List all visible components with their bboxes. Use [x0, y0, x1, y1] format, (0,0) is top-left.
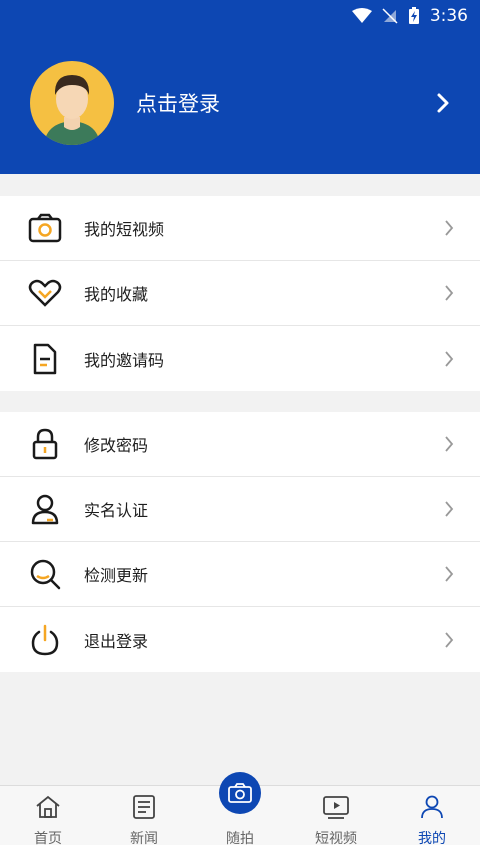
power-icon	[28, 623, 62, 657]
status-bar: 3:36	[0, 0, 480, 32]
menu-item-check-update[interactable]: 检测更新	[0, 542, 480, 607]
nav-mine[interactable]: 我的	[384, 786, 480, 845]
chevron-right-icon	[444, 565, 454, 583]
chevron-right-icon	[444, 219, 454, 237]
menu-group-account: 修改密码 实名认证 检测更新 退出登录	[0, 412, 480, 672]
chevron-right-icon	[444, 350, 454, 368]
menu-item-change-password[interactable]: 修改密码	[0, 412, 480, 477]
nav-label: 首页	[34, 831, 62, 845]
chevron-right-icon	[444, 284, 454, 302]
menu-item-label: 修改密码	[84, 436, 149, 455]
login-text[interactable]: 点击登录	[136, 88, 436, 118]
menu-item-my-videos[interactable]: 我的短视频	[0, 196, 480, 261]
heart-icon	[28, 276, 62, 310]
menu-item-favorites[interactable]: 我的收藏	[0, 261, 480, 326]
menu-item-label: 我的短视频	[84, 220, 165, 239]
no-sim-icon	[382, 8, 398, 24]
status-time: 3:36	[429, 6, 468, 26]
chevron-right-icon[interactable]	[436, 92, 450, 114]
nav-snapshot[interactable]: 随拍	[192, 772, 288, 845]
nav-short-video[interactable]: 短视频	[288, 786, 384, 845]
video-icon	[322, 794, 350, 824]
menu-item-label: 检测更新	[84, 566, 149, 585]
profile-header[interactable]: 点击登录	[0, 32, 480, 174]
nav-label: 我的	[418, 831, 446, 845]
profile-icon	[419, 794, 445, 824]
news-icon	[131, 794, 157, 824]
home-icon	[35, 794, 61, 824]
menu-group-personal: 我的短视频 我的收藏 我的邀请码	[0, 196, 480, 391]
lock-icon	[28, 427, 62, 461]
menu-item-label: 我的收藏	[84, 285, 149, 304]
nav-news[interactable]: 新闻	[96, 786, 192, 845]
bottom-nav: 首页 新闻 随拍 短视频 我的	[0, 772, 480, 845]
chevron-right-icon	[444, 435, 454, 453]
menu-item-logout[interactable]: 退出登录	[0, 607, 480, 672]
nav-label: 短视频	[315, 831, 357, 845]
camera-icon	[28, 211, 62, 245]
wifi-icon	[351, 8, 372, 24]
user-icon	[28, 492, 62, 526]
battery-charging-icon	[408, 7, 420, 25]
nav-label: 新闻	[130, 831, 158, 845]
chevron-right-icon	[444, 500, 454, 518]
menu-item-label: 我的邀请码	[84, 350, 165, 370]
chevron-right-icon	[444, 631, 454, 649]
nav-label: 随拍	[226, 831, 254, 845]
nav-home[interactable]: 首页	[0, 786, 96, 845]
camera-icon	[219, 772, 261, 814]
menu-item-label: 实名认证	[84, 501, 149, 520]
document-icon	[28, 342, 62, 376]
menu-item-invite-code[interactable]: 我的邀请码	[0, 326, 480, 391]
menu-item-label: 退出登录	[84, 631, 149, 651]
avatar[interactable]	[30, 61, 114, 145]
menu-item-real-name-verification[interactable]: 实名认证	[0, 477, 480, 542]
search-icon	[28, 557, 62, 591]
